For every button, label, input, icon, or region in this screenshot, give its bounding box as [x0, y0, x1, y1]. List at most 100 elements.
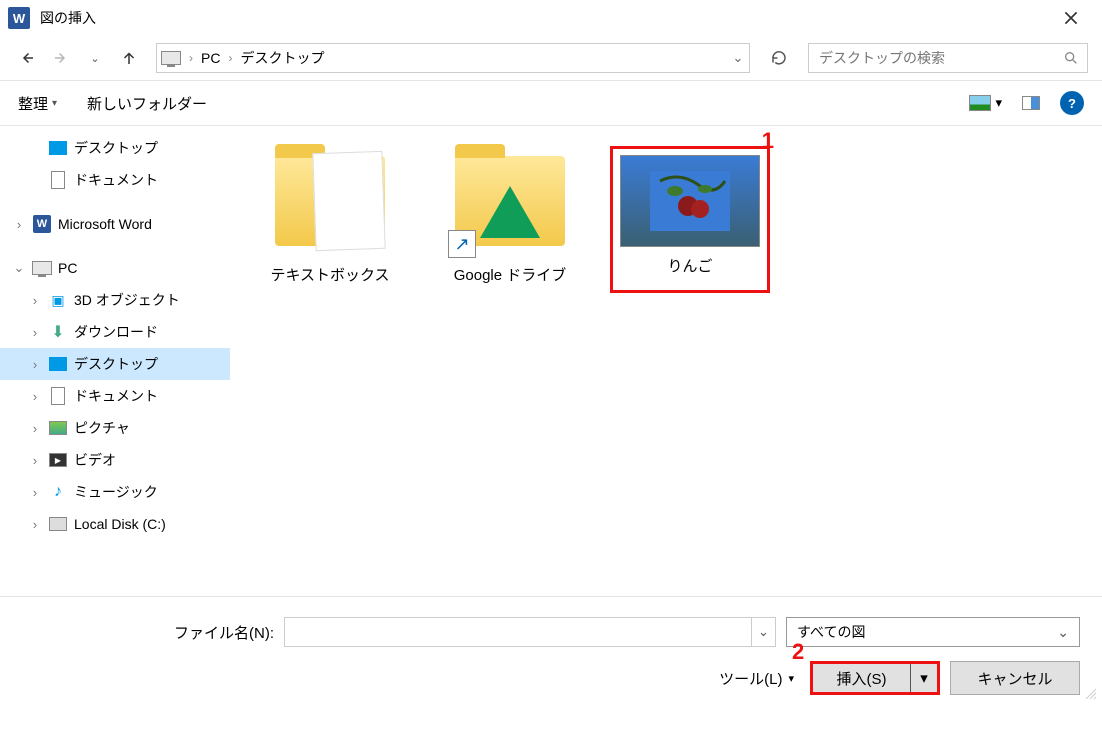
music-icon: ♪ — [54, 483, 62, 501]
close-button[interactable] — [1048, 0, 1094, 36]
arrow-up-icon — [120, 49, 138, 67]
item-label: Google ドライブ — [454, 264, 567, 285]
dialog-body: デスクトップ ドキュメント › W Microsoft Word ⌄ PC › ▣… — [0, 126, 1102, 596]
sidebar-item-music[interactable]: › ♪ ミュージック — [0, 476, 230, 508]
up-button[interactable] — [116, 45, 142, 71]
folder-item-gdrive[interactable]: ↗ Google ドライブ — [430, 146, 590, 285]
chevron-down-icon: ⌄ — [90, 52, 99, 65]
file-type-filter[interactable]: すべての図 ⌄ — [786, 617, 1080, 647]
filename-dropdown[interactable]: ⌄ — [752, 617, 776, 647]
sidebar-item-label: Local Disk (C:) — [74, 516, 166, 532]
chevron-down-icon: ▾ — [52, 98, 57, 109]
chevron-down-icon: ▾ — [920, 669, 928, 687]
chevron-down-icon: ▾ — [788, 672, 794, 685]
filename-input[interactable] — [284, 617, 752, 647]
cancel-label: キャンセル — [977, 668, 1052, 689]
sidebar-item-label: デスクトップ — [74, 354, 158, 374]
command-bar: 整理 ▾ 新しいフォルダー ▾ ? — [0, 80, 1102, 126]
google-drive-icon — [480, 186, 540, 238]
search-box[interactable] — [808, 43, 1088, 73]
arrow-right-icon — [52, 49, 70, 67]
expand-icon[interactable]: › — [28, 485, 42, 500]
cube-icon: ▣ — [51, 292, 64, 309]
document-icon — [51, 171, 65, 189]
sidebar-item-videos[interactable]: › ▶ ビデオ — [0, 444, 230, 476]
breadcrumb-pc[interactable]: PC — [197, 50, 224, 66]
sidebar-item-label: ビデオ — [74, 450, 116, 470]
desktop-icon — [49, 141, 67, 155]
expand-icon[interactable]: › — [28, 357, 42, 372]
chevron-right-icon: › — [224, 51, 236, 65]
recent-locations-button[interactable]: ⌄ — [82, 45, 108, 71]
document-icon — [51, 387, 65, 405]
dialog-footer: ファイル名(N): ⌄ すべての図 ⌄ ツール(L) ▾ 2 挿入(S) ▾ キ… — [0, 596, 1102, 705]
chevron-down-icon: ⌄ — [758, 624, 769, 640]
insert-button-dropdown[interactable]: ▾ — [911, 669, 937, 687]
help-button[interactable]: ? — [1060, 91, 1084, 115]
folder-thumbnail — [270, 146, 390, 256]
resize-grip-icon[interactable] — [1084, 687, 1098, 701]
folder-item-textbox[interactable]: テキストボックス — [250, 146, 410, 285]
sidebar-item-label: ミュージック — [74, 482, 158, 502]
insert-button-main[interactable]: 挿入(S) — [813, 664, 911, 692]
close-icon — [1064, 11, 1078, 25]
sidebar-item-label: ピクチャ — [74, 418, 130, 438]
organize-label: 整理 — [18, 93, 48, 114]
sidebar-item-pictures[interactable]: › ピクチャ — [0, 412, 230, 444]
sidebar-item-label: ダウンロード — [74, 322, 158, 342]
collapse-icon[interactable]: ⌄ — [12, 260, 26, 276]
new-folder-button[interactable]: 新しいフォルダー — [87, 93, 207, 114]
sidebar-item-label: Microsoft Word — [58, 216, 152, 232]
sidebar-item-label: ドキュメント — [74, 170, 158, 190]
disk-icon — [49, 517, 67, 531]
expand-icon[interactable]: › — [28, 293, 42, 308]
sidebar-item-downloads[interactable]: › ⬇ ダウンロード — [0, 316, 230, 348]
sidebar-item-pc[interactable]: ⌄ PC — [0, 252, 230, 284]
insert-button[interactable]: 挿入(S) ▾ — [810, 661, 940, 695]
image-item-apple[interactable]: りんご — [610, 146, 770, 293]
sidebar-item-label: PC — [58, 260, 77, 276]
expand-icon[interactable]: › — [28, 389, 42, 404]
refresh-button[interactable] — [764, 43, 794, 73]
sidebar-item-desktop-quick[interactable]: デスクトップ — [0, 132, 230, 164]
navigation-pane: デスクトップ ドキュメント › W Microsoft Word ⌄ PC › ▣… — [0, 126, 230, 596]
word-app-icon: W — [8, 7, 30, 29]
sidebar-item-documents-quick[interactable]: ドキュメント — [0, 164, 230, 196]
download-icon: ⬇ — [51, 322, 64, 342]
view-mode-button[interactable]: ▾ — [969, 95, 1002, 111]
filename-label: ファイル名(N): — [22, 622, 274, 643]
pc-icon — [157, 44, 185, 72]
expand-icon[interactable]: › — [12, 217, 26, 232]
back-button[interactable] — [14, 45, 40, 71]
cancel-button[interactable]: キャンセル — [950, 661, 1080, 695]
tools-menu[interactable]: ツール(L) ▾ — [719, 668, 794, 689]
sidebar-item-3d-objects[interactable]: ›▣ 3D オブジェクト — [0, 284, 230, 316]
refresh-icon — [770, 49, 788, 67]
shortcut-icon: ↗ — [448, 230, 476, 258]
callout-2: 2 — [792, 639, 804, 665]
preview-pane-button[interactable] — [1022, 96, 1040, 110]
forward-button[interactable] — [48, 45, 74, 71]
address-bar[interactable]: › PC › デスクトップ ⌄ — [156, 43, 750, 73]
video-icon: ▶ — [49, 453, 67, 467]
title-bar: W 図の挿入 — [0, 0, 1102, 36]
sidebar-item-local-disk[interactable]: › Local Disk (C:) — [0, 508, 230, 540]
file-list[interactable]: テキストボックス ↗ Google ドライブ 1 — [230, 126, 1102, 596]
expand-icon[interactable]: › — [28, 453, 42, 468]
breadcrumb-desktop[interactable]: デスクトップ — [236, 48, 328, 68]
new-folder-label: 新しいフォルダー — [87, 93, 207, 114]
search-icon — [1063, 50, 1079, 66]
address-dropdown[interactable]: ⌄ — [727, 50, 749, 66]
expand-icon[interactable]: › — [28, 421, 42, 436]
chevron-down-icon: ⌄ — [1057, 624, 1069, 641]
organize-menu[interactable]: 整理 ▾ — [18, 93, 57, 114]
sidebar-item-word[interactable]: › W Microsoft Word — [0, 208, 230, 240]
sidebar-item-desktop[interactable]: › デスクトップ — [0, 348, 230, 380]
arrow-left-icon — [18, 49, 36, 67]
expand-icon[interactable]: › — [28, 517, 42, 532]
sidebar-item-documents[interactable]: › ドキュメント — [0, 380, 230, 412]
expand-icon[interactable]: › — [28, 325, 42, 340]
search-input[interactable] — [817, 49, 1063, 67]
image-thumbnail — [620, 155, 760, 247]
folder-thumbnail: ↗ — [450, 146, 570, 256]
